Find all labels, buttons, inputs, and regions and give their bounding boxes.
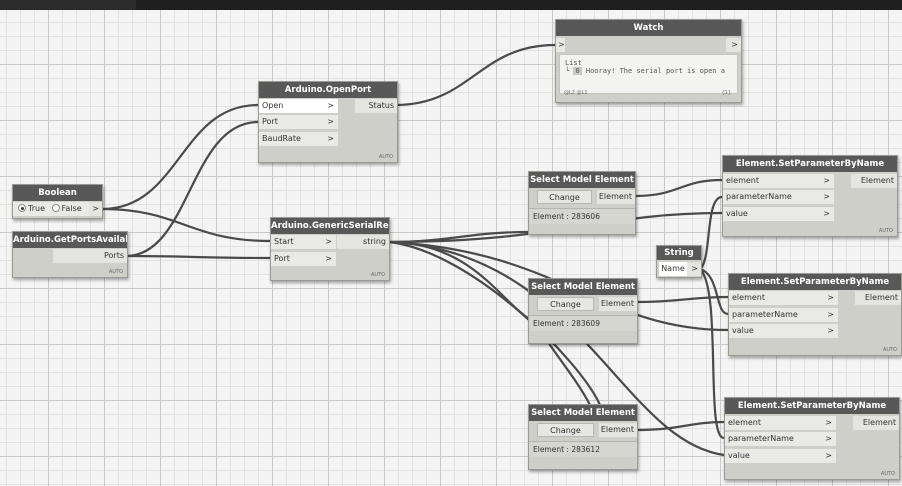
- selected-element-status: Element : 283612: [529, 441, 637, 457]
- wire-select3-to-setparam3-element: [635, 420, 725, 432]
- input-arrow-icon: >: [823, 176, 830, 185]
- wire-boolean-to-open: [101, 103, 259, 211]
- input-arrow-icon: >: [825, 434, 832, 443]
- element-output-port[interactable]: Element: [597, 190, 635, 204]
- true-label: True: [28, 204, 45, 213]
- element-output-port[interactable]: Element: [851, 174, 897, 188]
- auto-label: AUTO: [878, 228, 893, 234]
- boolean-output-port[interactable]: >: [89, 202, 102, 216]
- auto-label: AUTO: [378, 154, 393, 160]
- change-button[interactable]: Change: [537, 297, 594, 311]
- port-input-port[interactable]: Port >: [271, 252, 337, 266]
- auto-label: AUTO: [882, 347, 897, 353]
- serial-read-node[interactable]: Arduino.GenericSerialRead Start > Port > s…: [270, 217, 390, 281]
- node-title: Element.SetParameterByName: [723, 156, 897, 172]
- node-title: Arduino.OpenPort: [259, 82, 397, 98]
- node-title: Select Model Element: [529, 172, 635, 188]
- element-input-port[interactable]: element >: [729, 291, 839, 305]
- input-arrow-icon: >: [327, 134, 334, 143]
- parametername-input-port[interactable]: parameterName >: [729, 308, 839, 322]
- node-title: Arduino.GenericSerialRead: [271, 218, 389, 234]
- watch-count: {1}: [721, 90, 731, 96]
- node-title: Arduino.GetPortsAvailable: [13, 232, 127, 248]
- node-title: Select Model Element: [529, 279, 637, 295]
- value-input-port[interactable]: value >: [725, 449, 837, 463]
- element-output-port[interactable]: Element: [599, 423, 637, 437]
- false-label: False: [61, 204, 82, 213]
- true-radio[interactable]: [18, 204, 26, 212]
- watch-preview: List └ 0 Hooray! The serial port is open…: [559, 54, 738, 94]
- node-title: Element.SetParameterByName: [729, 274, 901, 290]
- change-button[interactable]: Change: [537, 190, 592, 204]
- ports-available-node[interactable]: Arduino.GetPortsAvailable Ports AUTO: [12, 231, 128, 278]
- start-input-port[interactable]: Start >: [271, 235, 337, 249]
- parametername-input-port[interactable]: parameterName >: [723, 190, 835, 204]
- element-output-port[interactable]: Element: [599, 297, 637, 311]
- select-model-element-node[interactable]: Select Model Element Change Element Elem…: [528, 404, 638, 470]
- element-input-port[interactable]: element >: [725, 416, 837, 430]
- selected-element-status: Element : 283606: [529, 208, 635, 224]
- open-port-node[interactable]: Arduino.OpenPort Open > Port > BaudRate > S…: [258, 81, 398, 163]
- element-output-port[interactable]: Element: [855, 291, 901, 305]
- set-parameter-node[interactable]: Element.SetParameterByName element > para…: [728, 273, 902, 356]
- item-index: 0: [573, 67, 582, 75]
- watch-list-item: └ 0 Hooray! The serial port is open a: [565, 67, 725, 75]
- change-button[interactable]: Change: [537, 423, 594, 437]
- status-output-port[interactable]: Status: [355, 99, 397, 113]
- input-arrow-icon: >: [827, 293, 834, 302]
- watch-input-port[interactable]: >: [556, 38, 566, 52]
- open-input-port[interactable]: Open >: [259, 99, 339, 113]
- node-title: Watch: [556, 20, 741, 36]
- input-arrow-icon: >: [825, 418, 832, 427]
- value-input-port[interactable]: value >: [723, 207, 835, 221]
- input-arrow-icon: >: [827, 326, 834, 335]
- port-input-port[interactable]: Port >: [259, 115, 339, 129]
- auto-label: AUTO: [880, 471, 895, 477]
- node-title: Select Model Element: [529, 405, 637, 421]
- boolean-options: True False: [13, 202, 89, 216]
- set-parameter-node[interactable]: Element.SetParameterByName element > para…: [722, 155, 898, 237]
- input-arrow-icon: >: [827, 310, 834, 319]
- wire-select1-to-setparam1-element: [633, 178, 723, 198]
- wire-select2-to-setparam2-element: [635, 295, 729, 304]
- wire-name-to-setparam1-pname: [699, 195, 723, 270]
- watch-output-port[interactable]: >: [726, 38, 741, 52]
- input-arrow-icon: >: [823, 192, 830, 201]
- element-input-port[interactable]: element >: [723, 174, 835, 188]
- input-arrow-icon: >: [825, 451, 832, 460]
- input-arrow-icon: >: [327, 117, 334, 126]
- watch-node[interactable]: Watch > > List └ 0 Hooray! The serial po…: [555, 19, 742, 103]
- auto-label: AUTO: [370, 272, 385, 278]
- parametername-input-port[interactable]: parameterName >: [725, 432, 837, 446]
- wire-select2-to-select3: [547, 341, 591, 406]
- input-arrow-icon: >: [823, 209, 830, 218]
- watch-list-label: List: [565, 59, 582, 67]
- watch-levels: @L2 @L1: [564, 90, 588, 96]
- string-output-port[interactable]: string: [337, 235, 389, 249]
- select-model-element-node[interactable]: Select Model Element Change Element Elem…: [528, 278, 638, 344]
- auto-label: AUTO: [108, 269, 123, 275]
- wire-status-to-watch: [395, 43, 556, 107]
- input-arrow-icon: >: [325, 254, 332, 263]
- input-arrow-icon: >: [325, 237, 332, 246]
- selected-element-status: Element : 283609: [529, 315, 637, 331]
- input-arrow-icon: >: [327, 101, 334, 110]
- string-output-port[interactable]: >: [687, 262, 701, 276]
- item-text: Hooray! The serial port is open a: [585, 67, 725, 75]
- wire-name-to-setparam3-pname: [699, 268, 725, 440]
- string-value-field[interactable]: Name: [659, 262, 687, 276]
- string-node[interactable]: String Name >: [656, 245, 702, 278]
- baudrate-input-port[interactable]: BaudRate >: [259, 132, 339, 146]
- element-output-port[interactable]: Element: [853, 416, 899, 430]
- node-title: Boolean: [13, 185, 102, 201]
- false-radio[interactable]: [51, 204, 60, 212]
- select-model-element-node[interactable]: Select Model Element Change Element Elem…: [528, 171, 636, 235]
- wire-ports-to-serial-port: [125, 254, 271, 260]
- set-parameter-node[interactable]: Element.SetParameterByName element > para…: [724, 397, 900, 480]
- ports-output-port[interactable]: Ports: [53, 249, 127, 263]
- boolean-node[interactable]: Boolean True False >: [12, 184, 103, 219]
- value-input-port[interactable]: value >: [729, 324, 839, 338]
- node-title: String: [657, 246, 701, 260]
- node-title: Element.SetParameterByName: [725, 398, 899, 414]
